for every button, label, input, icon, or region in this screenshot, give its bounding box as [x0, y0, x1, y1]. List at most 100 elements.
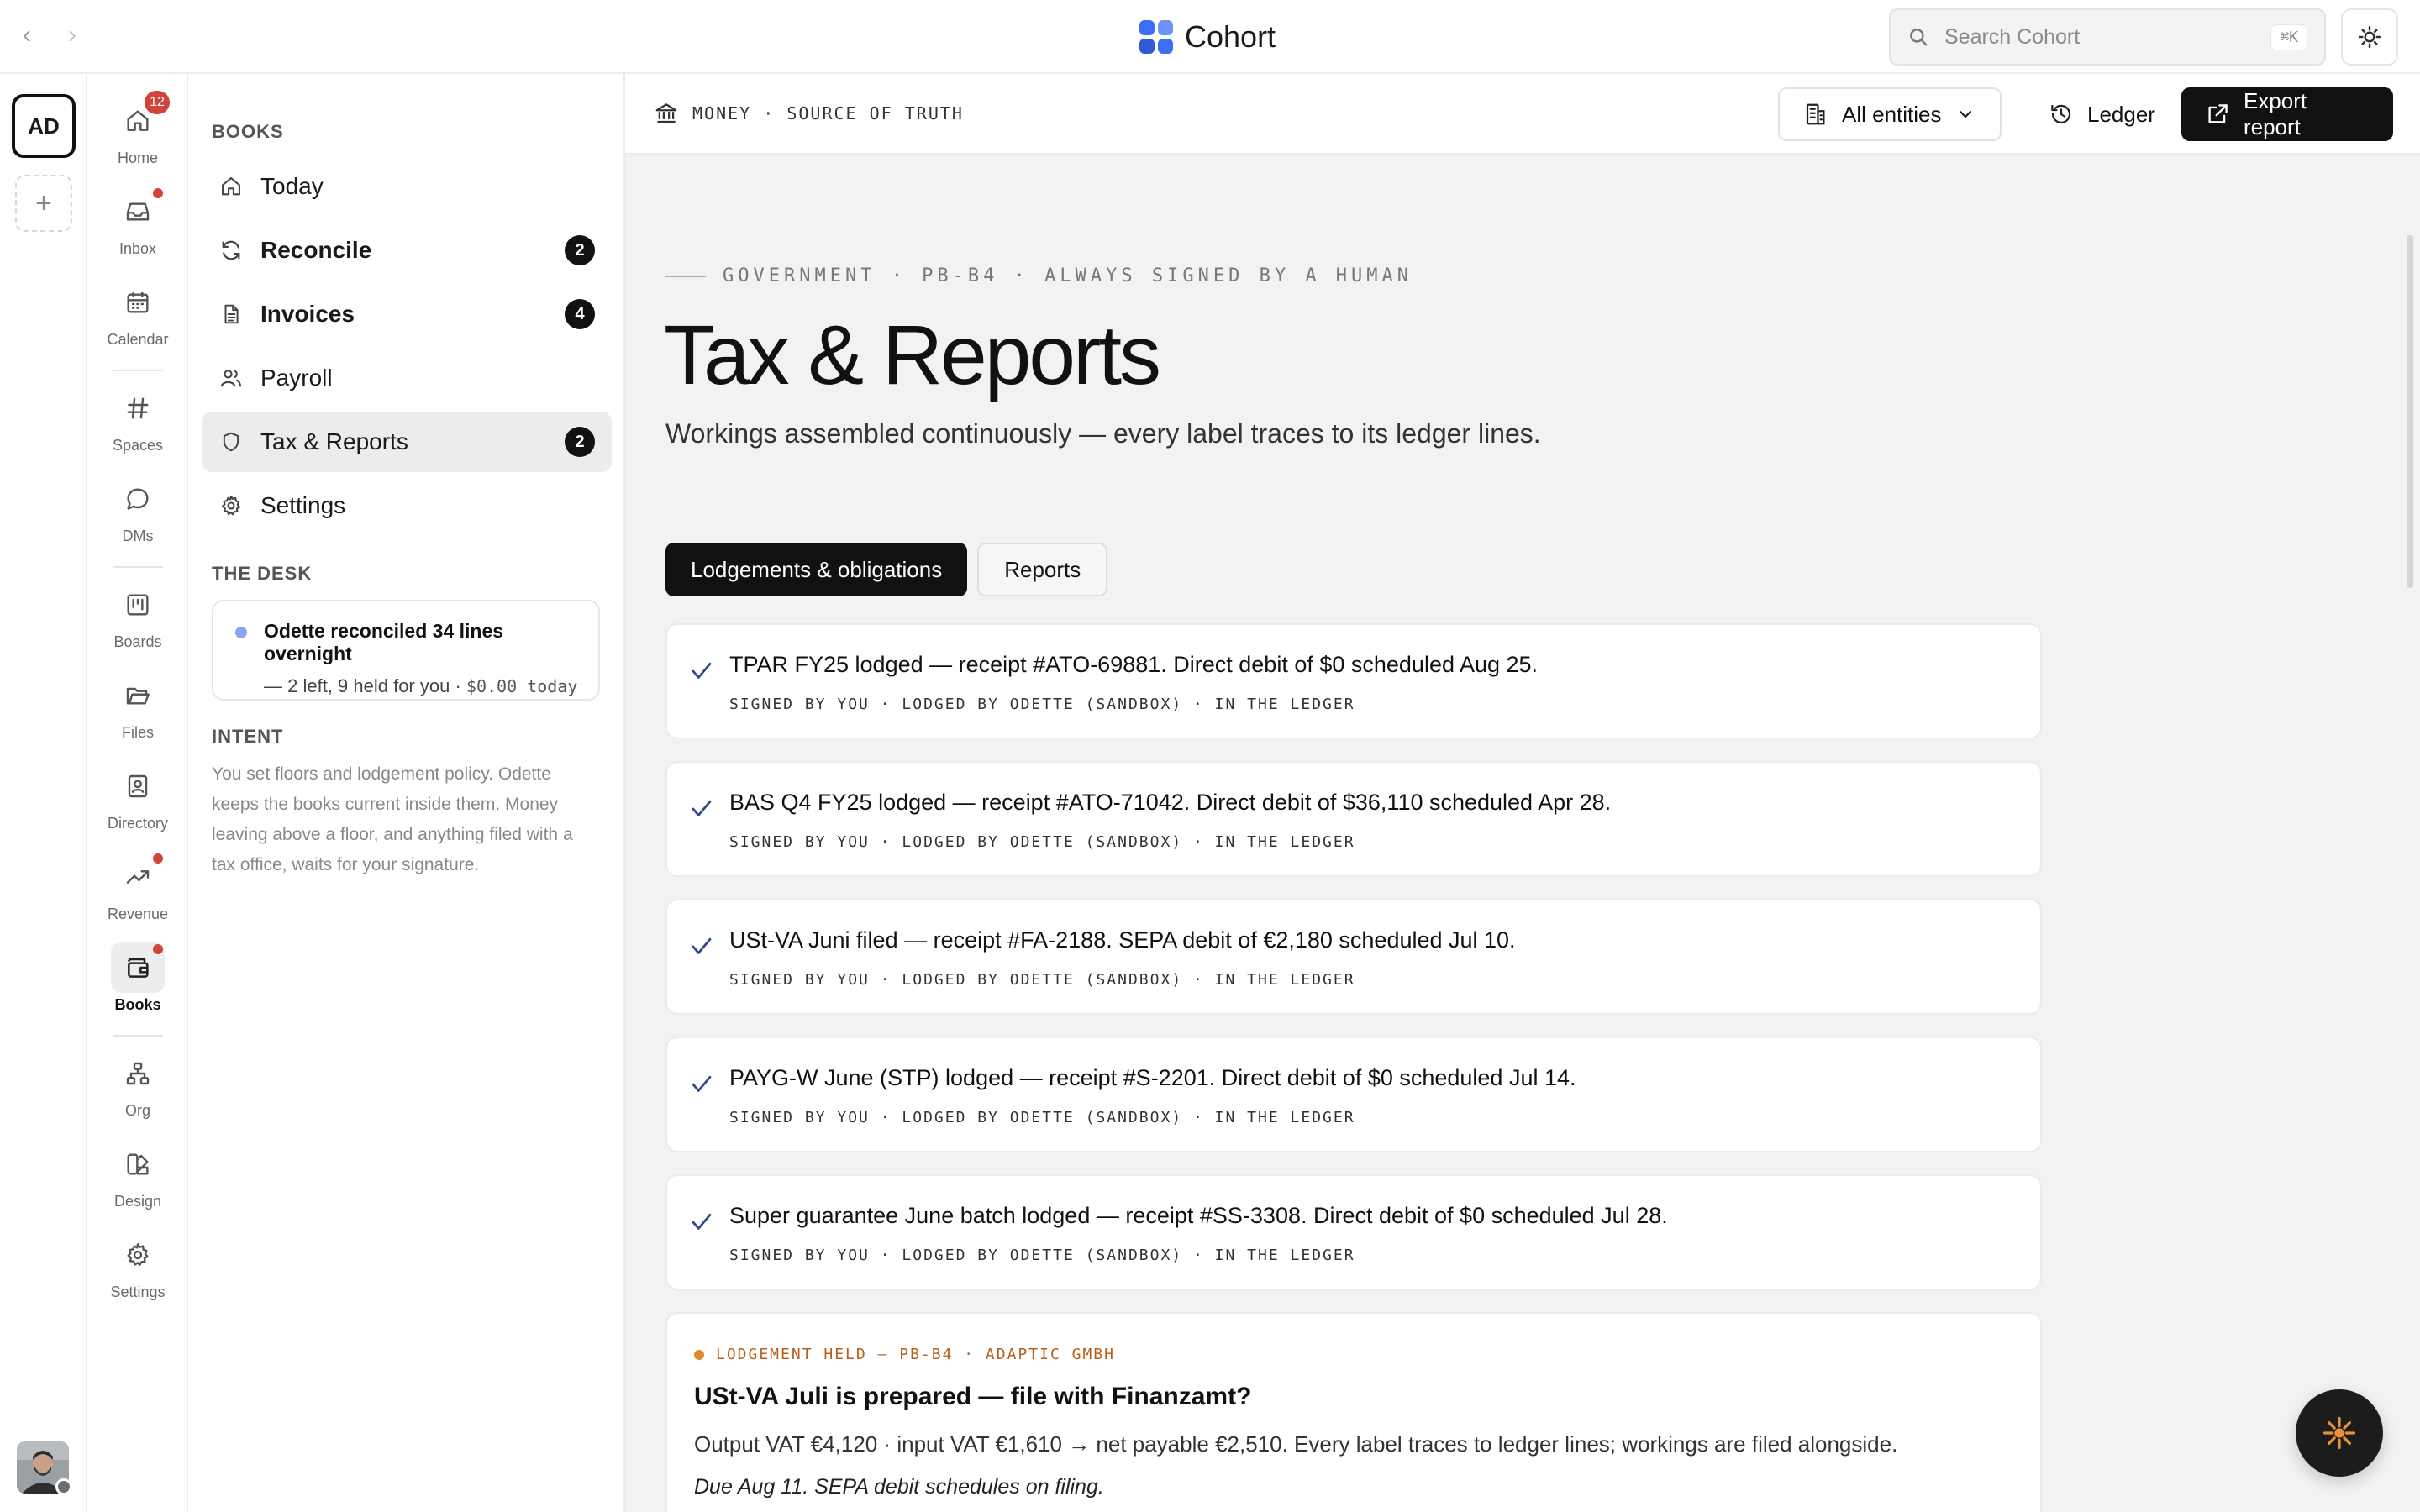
nav-label: Home [117, 150, 158, 166]
nav-item-books[interactable]: Books [87, 942, 188, 1026]
lodgement-card[interactable]: PAYG-W June (STP) lodged — receipt #S-22… [666, 1037, 2042, 1152]
search-bar[interactable]: ⌘K [1889, 8, 2326, 66]
search-shortcut: ⌘K [2270, 24, 2307, 50]
nav-divider [113, 1035, 163, 1037]
tab-lodgements[interactable]: Lodgements & obligations [666, 543, 968, 596]
app-brand[interactable]: Cohort [1139, 18, 1276, 55]
page-eyebrow: GOVERNMENT · PB-B4 · ALWAYS SIGNED BY A … [666, 265, 1413, 286]
nav-item-files[interactable]: Files [87, 670, 188, 754]
lodgement-title: USt-VA Juni filed — receipt #FA-2188. SE… [729, 927, 1516, 953]
sparkle-icon [2323, 1416, 2356, 1450]
workspace-rail: AD + [0, 74, 87, 1512]
nav-item-inbox[interactable]: Inbox [87, 186, 188, 270]
add-workspace-button[interactable]: + [15, 175, 72, 232]
lodgement-card[interactable]: TPAR FY25 lodged — receipt #ATO-69881. D… [666, 623, 2042, 739]
nav-item-org[interactable]: Org [87, 1048, 188, 1132]
hash-icon [111, 383, 165, 433]
nav-item-directory[interactable]: Directory [87, 761, 188, 845]
search-icon [1910, 29, 1928, 46]
desk-activity-card[interactable]: Odette reconciled 34 lines overnight — 2… [212, 600, 600, 701]
wallet-icon [111, 942, 165, 993]
main-header: MONEY · SOURCE OF TRUTH All entities Led… [625, 74, 2420, 155]
held-title: USt-VA Juli is prepared — file with Fina… [694, 1383, 1252, 1410]
nav-item-settings[interactable]: Settings [87, 1230, 188, 1314]
breadcrumb: MONEY · SOURCE OF TRUTH [654, 101, 964, 126]
entities-dropdown[interactable]: All entities [1778, 87, 2002, 141]
nav-label: Books [114, 996, 161, 1013]
nav-label: Org [124, 1102, 150, 1119]
theme-toggle-button[interactable] [2341, 8, 2398, 66]
page-title: Tax & Reports [664, 308, 1161, 402]
lodgement-card[interactable]: USt-VA Juni filed — receipt #FA-2188. SE… [666, 899, 2042, 1015]
cohort-logo-icon [1139, 20, 1173, 54]
workspace-avatar[interactable]: AD [12, 94, 76, 158]
books-alert-dot [153, 944, 163, 954]
nav-divider [113, 370, 163, 371]
intent-description: You set floors and lodgement policy. Ode… [212, 764, 573, 874]
nav-item-calendar[interactable]: Calendar [87, 277, 188, 361]
calendar-icon [111, 277, 165, 328]
assistant-fab-button[interactable] [2296, 1389, 2383, 1477]
tab-reports[interactable]: Reports [977, 543, 1108, 596]
contact-book-icon [111, 761, 165, 811]
checkmark-icon [692, 1213, 712, 1230]
main-scrollbar[interactable] [2407, 158, 2413, 1502]
lodgement-title: PAYG-W June (STP) lodged — receipt #S-22… [729, 1065, 1576, 1090]
held-lodgement-card[interactable]: LODGEMENT HELD — PB-B4 · ADAPTIC GMBH US… [666, 1312, 2042, 1512]
trend-up-icon [111, 852, 165, 902]
nav-item-spaces[interactable]: Spaces [87, 383, 188, 467]
nav-item-dms[interactable]: DMs [87, 474, 188, 558]
app-navigation: 12 Home Inbox Calendar Spaces DMs Boards… [87, 74, 188, 1512]
count-badge: 2 [565, 427, 595, 457]
activity-dot [235, 627, 247, 638]
sidebar-item-payroll[interactable]: Payroll [202, 348, 612, 408]
history-icon [2051, 104, 2071, 124]
nav-label: Boards [113, 633, 162, 650]
gear-icon [218, 493, 244, 518]
nav-item-home[interactable]: 12 Home [87, 91, 188, 180]
unread-dot [153, 188, 163, 198]
nav-item-boards[interactable]: Boards [87, 580, 188, 664]
search-input[interactable] [1944, 24, 2271, 50]
nav-label: Calendar [107, 331, 169, 348]
home-icon [218, 174, 244, 199]
desk-card-amount: $0.00 today [466, 676, 578, 696]
forward-arrow-icon[interactable]: › [55, 18, 89, 52]
checkmark-icon [692, 662, 712, 679]
sidebar-item-tax-reports[interactable]: Tax & Reports 2 [202, 412, 612, 472]
back-arrow-icon[interactable]: ‹ [10, 18, 44, 52]
home-notification-badge: 12 [145, 91, 170, 114]
sidebar-item-label: Payroll [260, 365, 333, 391]
entities-label: All entities [1842, 101, 1942, 127]
ledger-button[interactable]: Ledger [2040, 87, 2166, 141]
people-icon [218, 365, 244, 391]
sidebar-item-today[interactable]: Today [202, 156, 612, 217]
folder-icon [111, 670, 165, 721]
sidebar-item-reconcile[interactable]: Reconcile 2 [202, 220, 612, 281]
nav-item-revenue[interactable]: Revenue [87, 852, 188, 936]
checkmark-icon [692, 800, 712, 816]
lodgement-meta: SIGNED BY YOU · LODGED BY ODETTE (SANDBO… [729, 833, 1355, 851]
lodgement-meta: SIGNED BY YOU · LODGED BY ODETTE (SANDBO… [729, 1109, 1355, 1126]
nav-divider [113, 566, 163, 568]
nav-label: Settings [110, 1284, 166, 1300]
sidebar-item-label: Reconcile [260, 237, 372, 263]
lodgement-title: Super guarantee June batch lodged — rece… [729, 1203, 1668, 1228]
held-tag: LODGEMENT HELD — PB-B4 · ADAPTIC GMBH [694, 1346, 1115, 1363]
sidebar-item-label: Settings [260, 492, 346, 518]
nav-label: Design [113, 1193, 162, 1210]
home-icon: 12 [111, 91, 170, 146]
nav-item-design[interactable]: Design [87, 1139, 188, 1223]
nav-label: Files [121, 724, 154, 741]
count-badge: 2 [565, 235, 595, 265]
lodgement-card[interactable]: Super guarantee June batch lodged — rece… [666, 1174, 2042, 1290]
sidebar-item-settings[interactable]: Settings [202, 475, 612, 536]
lodgement-meta: SIGNED BY YOU · LODGED BY ODETTE (SANDBO… [729, 971, 1355, 989]
export-label: Export report [2243, 88, 2307, 139]
sidebar-item-invoices[interactable]: Invoices 4 [202, 284, 612, 344]
design-icon [111, 1139, 165, 1189]
scrollbar-thumb[interactable] [2407, 235, 2413, 588]
export-report-button[interactable]: Export report [2181, 87, 2393, 141]
lodgement-title: BAS Q4 FY25 lodged — receipt #ATO-71042.… [729, 790, 1612, 815]
lodgement-card[interactable]: BAS Q4 FY25 lodged — receipt #ATO-71042.… [666, 761, 2042, 877]
